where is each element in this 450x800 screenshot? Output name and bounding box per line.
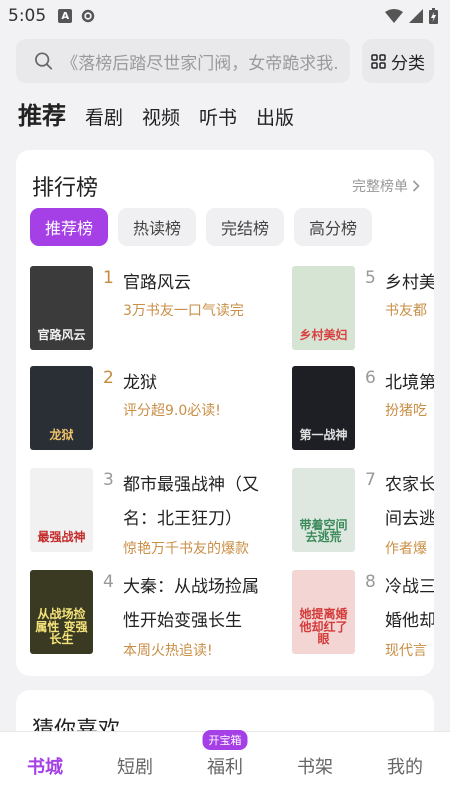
full-ranking-link[interactable]: 完整榜单 bbox=[352, 176, 420, 196]
grid-icon bbox=[371, 53, 386, 69]
book-desc: 本周火热追读! bbox=[123, 643, 213, 659]
nav-bookshelf-label: 书架 bbox=[297, 757, 333, 778]
category-button[interactable]: 分类 bbox=[362, 39, 434, 83]
chip-recommend[interactable]: 推荐榜 bbox=[30, 208, 109, 246]
wifi-icon bbox=[385, 9, 403, 23]
book-desc: 书友都 bbox=[385, 303, 427, 319]
book-item[interactable]: 乡村美妇 5 乡村美 书友都 bbox=[292, 266, 434, 352]
cover-title: 第一战神 bbox=[299, 428, 348, 443]
book-desc: 评分超9.0必读! bbox=[123, 403, 221, 419]
chevron-right-icon bbox=[412, 180, 420, 192]
book-cover: 最强战神 bbox=[30, 468, 93, 552]
book-title: 官路风云 bbox=[123, 273, 191, 293]
book-cover: 从战场捡属性 变强长生 bbox=[30, 570, 93, 654]
a-notification-icon: A bbox=[58, 9, 73, 23]
nav-short-drama[interactable]: 短剧 bbox=[90, 732, 180, 800]
nav-bookstore[interactable]: 书城 bbox=[0, 732, 90, 800]
book-title: 冷战三婚他却 bbox=[385, 577, 434, 631]
book-cover: 龙狱 bbox=[30, 366, 93, 450]
bottom-nav: 书城 短剧 开宝箱 福利 书架 我的 bbox=[0, 730, 450, 800]
ranking-header: 排行榜 完整榜单 bbox=[32, 170, 420, 202]
nav-welfare[interactable]: 开宝箱 福利 bbox=[180, 730, 270, 800]
book-desc: 作者爆 bbox=[385, 541, 427, 557]
rank-number: 7 bbox=[365, 470, 376, 490]
treasure-box-badge: 开宝箱 bbox=[202, 730, 248, 750]
book-item[interactable]: 最强战神 3 都市最强战神（又名：北王狂刀） 惊艳万千书友的爆款 bbox=[30, 468, 280, 557]
book-item[interactable]: 第一战神 6 北境第 扮猪吃 bbox=[292, 366, 434, 452]
chip-high-score[interactable]: 高分榜 bbox=[294, 208, 373, 246]
book-title: 大秦：从战场捡属性开始变强长生 bbox=[123, 577, 259, 631]
book-item[interactable]: 从战场捡属性 变强长生 4 大秦：从战场捡属性开始变强长生 本周火热追读! bbox=[30, 570, 280, 659]
book-desc: 扮猪吃 bbox=[385, 403, 427, 419]
cover-title: 从战场捡属性 变强长生 bbox=[35, 607, 88, 647]
search-row: 《落榜后踏尽世家门阀，女帝跪求我... 分类 bbox=[16, 39, 434, 83]
cover-title: 带着空间去逃荒 bbox=[299, 517, 348, 545]
nav-short-drama-label: 短剧 bbox=[117, 757, 153, 778]
book-desc: 3万书友一口气读完 bbox=[123, 303, 244, 319]
tab-publish[interactable]: 出版 bbox=[256, 103, 294, 130]
rank-number: 5 bbox=[365, 268, 376, 288]
book-desc: 惊艳万千书友的爆款 bbox=[123, 541, 249, 557]
book-item[interactable]: 带着空间去逃荒 7 农家长间去逃 作者爆 bbox=[292, 468, 434, 557]
book-item[interactable]: 官路风云 1 官路风云 3万书友一口气读完 bbox=[30, 266, 280, 352]
search-input[interactable]: 《落榜后踏尽世家门阀，女帝跪求我... bbox=[16, 39, 350, 83]
book-cover: 第一战神 bbox=[292, 366, 355, 450]
search-icon bbox=[35, 52, 53, 70]
nav-profile[interactable]: 我的 bbox=[360, 732, 450, 800]
book-item[interactable]: 她提离婚 他却红了眼 8 冷战三婚他却 现代言 bbox=[292, 570, 434, 659]
rank-number: 3 bbox=[103, 470, 114, 490]
rank-number: 6 bbox=[365, 368, 376, 388]
book-item[interactable]: 龙狱 2 龙狱 评分超9.0必读! bbox=[30, 366, 280, 452]
status-time: 5:05 bbox=[8, 6, 47, 26]
top-tabs: 推荐 看剧 视频 听书 出版 bbox=[18, 96, 294, 131]
book-title: 龙狱 bbox=[123, 373, 157, 393]
tab-recommend[interactable]: 推荐 bbox=[18, 96, 66, 131]
rank-number: 2 bbox=[103, 368, 114, 388]
ranking-title: 排行榜 bbox=[32, 176, 99, 201]
nav-profile-label: 我的 bbox=[387, 757, 423, 778]
chip-finished[interactable]: 完结榜 bbox=[206, 208, 285, 246]
tab-video[interactable]: 视频 bbox=[142, 103, 180, 130]
book-cover: 她提离婚 他却红了眼 bbox=[292, 570, 355, 654]
book-cover: 官路风云 bbox=[30, 266, 93, 350]
cover-title: 龙狱 bbox=[49, 428, 74, 443]
nav-welfare-label: 福利 bbox=[207, 757, 243, 778]
book-title: 北境第 bbox=[385, 373, 434, 393]
book-desc: 现代言 bbox=[385, 643, 427, 659]
nav-bookshelf[interactable]: 书架 bbox=[270, 732, 360, 800]
nav-bookstore-label: 书城 bbox=[27, 757, 63, 778]
book-title: 都市最强战神（又名：北王狂刀） bbox=[123, 475, 259, 529]
tab-audiobook[interactable]: 听书 bbox=[199, 103, 237, 130]
search-placeholder: 《落榜后踏尽世家门阀，女帝跪求我... bbox=[61, 53, 338, 74]
ranking-card: 排行榜 完整榜单 推荐榜 热读榜 完结榜 高分榜 官路风云 1 官路风云 3万书… bbox=[16, 150, 434, 676]
full-ranking-label: 完整榜单 bbox=[352, 179, 408, 195]
book-title: 农家长间去逃 bbox=[385, 475, 434, 529]
cover-title: 她提离婚 他却红了眼 bbox=[299, 607, 348, 647]
status-bar: 5:05 A bbox=[0, 0, 450, 32]
rank-number: 1 bbox=[103, 268, 114, 288]
rank-number: 4 bbox=[103, 572, 114, 592]
settings-gear-icon bbox=[81, 9, 95, 23]
battery-icon bbox=[429, 8, 438, 24]
signal-icon bbox=[409, 9, 423, 23]
book-title: 乡村美 bbox=[385, 273, 434, 293]
category-label: 分类 bbox=[391, 53, 425, 74]
ranking-chips: 推荐榜 热读榜 完结榜 高分榜 bbox=[30, 208, 373, 246]
cover-title: 乡村美妇 bbox=[299, 328, 348, 343]
book-cover: 带着空间去逃荒 bbox=[292, 468, 355, 552]
cover-title: 官路风云 bbox=[37, 328, 86, 343]
cover-title: 最强战神 bbox=[37, 530, 86, 545]
rank-number: 8 bbox=[365, 572, 376, 592]
chip-hot[interactable]: 热读榜 bbox=[118, 208, 197, 246]
tab-drama[interactable]: 看剧 bbox=[85, 103, 123, 130]
book-cover: 乡村美妇 bbox=[292, 266, 355, 350]
